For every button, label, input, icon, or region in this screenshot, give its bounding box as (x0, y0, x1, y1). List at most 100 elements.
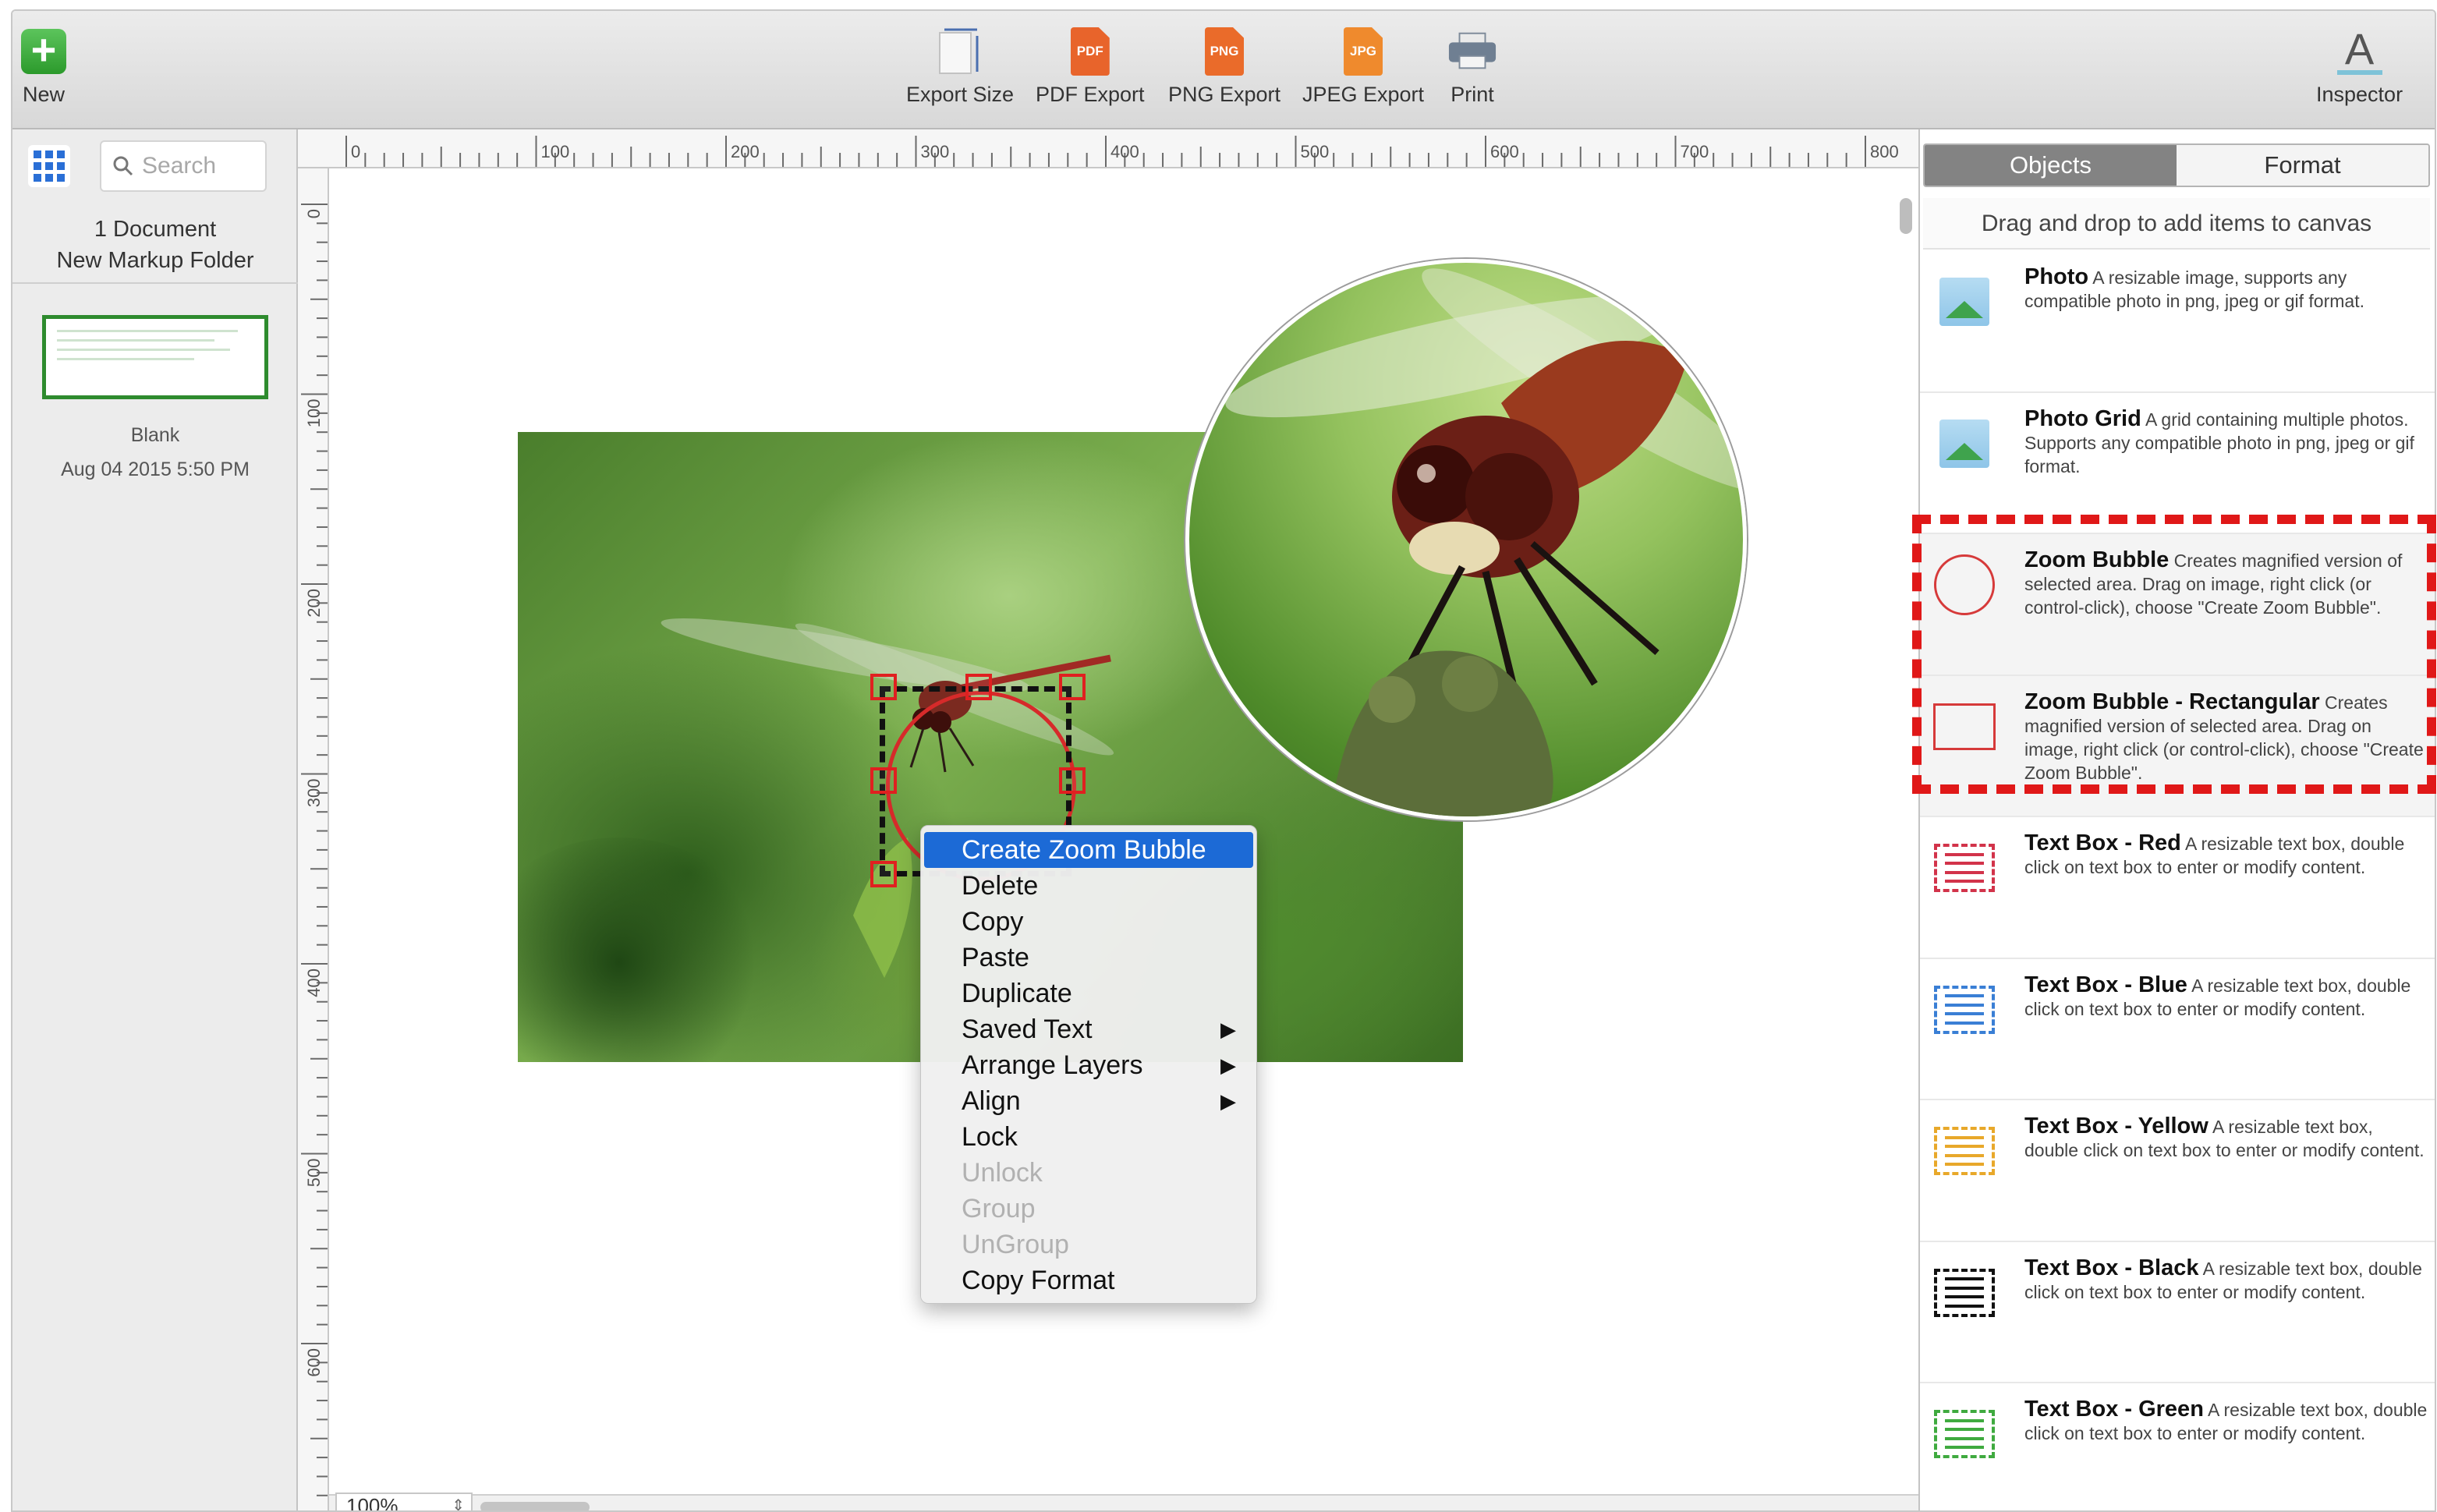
text-box-red-icon (1932, 842, 1996, 894)
resize-handle-top-middle[interactable] (965, 674, 992, 700)
folder-name[interactable]: New Markup Folder (12, 245, 298, 276)
menu-item-label: Align (962, 1086, 1021, 1116)
vertical-scrollbar[interactable] (1900, 198, 1912, 234)
document-meta: Blank Aug 04 2015 5:50 PM (12, 418, 298, 487)
ruler-label: 300 (921, 142, 950, 161)
document-thumbnail[interactable] (42, 315, 268, 399)
menu-item-saved-text[interactable]: Saved Text ▶ (924, 1011, 1253, 1047)
object-name: Text Box - Black (2024, 1255, 2199, 1280)
object-description-block: Photo Grid A grid containing multiple ph… (2024, 407, 2430, 478)
vertical-ruler: 0 100 200 300 400 500 600 (298, 168, 329, 1510)
menu-item-delete[interactable]: Delete (924, 868, 1253, 904)
stepper-arrows-icon: ⇕ (452, 1497, 465, 1512)
search-icon (113, 156, 133, 176)
object-item-zoom-bubble-rectangular[interactable]: Zoom Bubble - Rectangular Creates magnif… (1920, 675, 2435, 817)
menu-item-label: Paste (962, 943, 1029, 972)
menu-item-label: Duplicate (962, 979, 1072, 1008)
ruler-label: 100 (541, 142, 570, 161)
png-file-icon: PNG (1205, 27, 1245, 76)
object-name: Zoom Bubble - Rectangular (2024, 689, 2320, 714)
text-box-green-icon (1932, 1408, 1996, 1460)
object-name: Text Box - Red (2024, 830, 2181, 855)
menu-item-label: Arrange Layers (962, 1050, 1143, 1080)
document-sidebar: 1 Document New Markup Folder Blank Aug 0… (12, 129, 298, 1510)
ruler-label: 400 (1110, 142, 1139, 161)
ruler-label: 700 (1681, 142, 1709, 161)
inspector-button[interactable]: A Inspector (2316, 27, 2403, 107)
document-date: Aug 04 2015 5:50 PM (61, 459, 250, 480)
resize-handle-middle-right[interactable] (1059, 767, 1086, 794)
toolbar: + New Export Size PDF PDF Export PNG PNG… (12, 11, 2435, 129)
menu-item-label: Group (962, 1194, 1036, 1223)
object-description-block: Text Box - Blue A resizable text box, do… (2024, 973, 2430, 1021)
object-name: Text Box - Green (2024, 1397, 2204, 1422)
print-button[interactable]: Print (1447, 27, 1497, 107)
app-window: + New Export Size PDF PDF Export PNG PNG… (11, 9, 2436, 1512)
ruler-label: 500 (304, 1159, 324, 1188)
photo-grid-icon (1932, 418, 1996, 469)
zoom-bubble[interactable] (1185, 259, 1747, 820)
ruler-label: 400 (304, 968, 324, 997)
photo-icon (1932, 276, 1996, 328)
menu-item-duplicate[interactable]: Duplicate (924, 976, 1253, 1011)
object-item-text-box-red[interactable]: Text Box - Red A resizable text box, dou… (1920, 817, 2435, 959)
object-item-zoom-bubble[interactable]: Zoom Bubble Creates magnified version of… (1920, 534, 2435, 676)
object-item-photo-grid[interactable]: Photo Grid A grid containing multiple ph… (1920, 393, 2435, 534)
object-name: Photo Grid (2024, 405, 2141, 431)
tab-format[interactable]: Format (2177, 145, 2428, 186)
menu-item-label: Lock (962, 1122, 1018, 1152)
object-description-block: Text Box - Yellow A resizable text box, … (2024, 1114, 2430, 1162)
inspector-underline (2336, 70, 2382, 75)
horizontal-scrollbar[interactable] (480, 1502, 590, 1510)
png-export-button[interactable]: PNG PNG Export (1168, 27, 1280, 107)
object-name: Photo (2024, 264, 2089, 289)
resize-handle-middle-left[interactable] (870, 767, 897, 794)
text-box-blue-icon (1932, 984, 1996, 1036)
sidebar-divider (12, 282, 298, 284)
inspector-glyph: A (2344, 24, 2375, 73)
ruler-label: 800 (1870, 142, 1899, 161)
menu-item-label: UnGroup (962, 1230, 1069, 1259)
ruler-label: 200 (731, 142, 760, 161)
resize-handle-top-left[interactable] (870, 674, 897, 700)
menu-item-lock[interactable]: Lock (924, 1119, 1253, 1155)
inspector-tabs: Objects Format (1923, 143, 2430, 187)
object-item-text-box-blue[interactable]: Text Box - Blue A resizable text box, do… (1920, 959, 2435, 1100)
menu-item-copy-format[interactable]: Copy Format (924, 1262, 1253, 1298)
submenu-arrow-icon: ▶ (1220, 1089, 1236, 1113)
objects-list: Photo A resizable image, supports any co… (1920, 251, 2435, 1510)
export-size-button[interactable]: Export Size (906, 27, 1014, 107)
zoom-level-select[interactable]: 100% ⇕ (335, 1493, 473, 1512)
resize-handle-top-right[interactable] (1059, 674, 1086, 700)
pdf-export-button[interactable]: PDF PDF Export (1036, 27, 1145, 107)
menu-item-copy[interactable]: Copy (924, 904, 1253, 940)
document-name: Blank (130, 424, 180, 446)
menu-item-label: Delete (962, 871, 1039, 901)
grid-view-icon[interactable] (28, 145, 70, 187)
object-item-text-box-green[interactable]: Text Box - Green A resizable text box, d… (1920, 1383, 2435, 1510)
jpeg-export-button[interactable]: JPG JPEG Export (1302, 27, 1424, 107)
zoom-bubble-illustration (1225, 268, 1743, 816)
object-item-text-box-black[interactable]: Text Box - Black A resizable text box, d… (1920, 1242, 2435, 1383)
menu-item-align[interactable]: Align ▶ (924, 1083, 1253, 1119)
object-item-photo[interactable]: Photo A resizable image, supports any co… (1920, 251, 2435, 393)
menu-item-paste[interactable]: Paste (924, 940, 1253, 976)
new-button[interactable]: + New (19, 27, 69, 107)
pdf-file-icon: PDF (1070, 27, 1110, 76)
vertical-ruler-ticks: 0 100 200 300 400 500 600 (301, 204, 328, 1496)
menu-item-create-zoom-bubble[interactable]: Create Zoom Bubble (924, 832, 1253, 868)
menu-item-arrange-layers[interactable]: Arrange Layers ▶ (924, 1047, 1253, 1083)
search-field[interactable] (100, 140, 267, 192)
zoom-bubble-circle-icon (1932, 554, 1996, 615)
zoom-bubble-rectangle-icon (1932, 701, 1996, 752)
object-description-block: Zoom Bubble Creates magnified version of… (2024, 548, 2430, 619)
object-item-text-box-yellow[interactable]: Text Box - Yellow A resizable text box, … (1920, 1100, 2435, 1242)
object-name: Text Box - Blue (2024, 972, 2187, 997)
resize-handle-bottom-left[interactable] (870, 861, 897, 887)
object-description-block: Text Box - Red A resizable text box, dou… (2024, 831, 2430, 879)
object-name: Zoom Bubble (2024, 547, 2170, 572)
search-input[interactable] (142, 153, 259, 179)
ruler-label: 0 (351, 142, 360, 161)
tab-objects[interactable]: Objects (1925, 145, 2177, 186)
zoom-level-value: 100% (346, 1494, 398, 1512)
